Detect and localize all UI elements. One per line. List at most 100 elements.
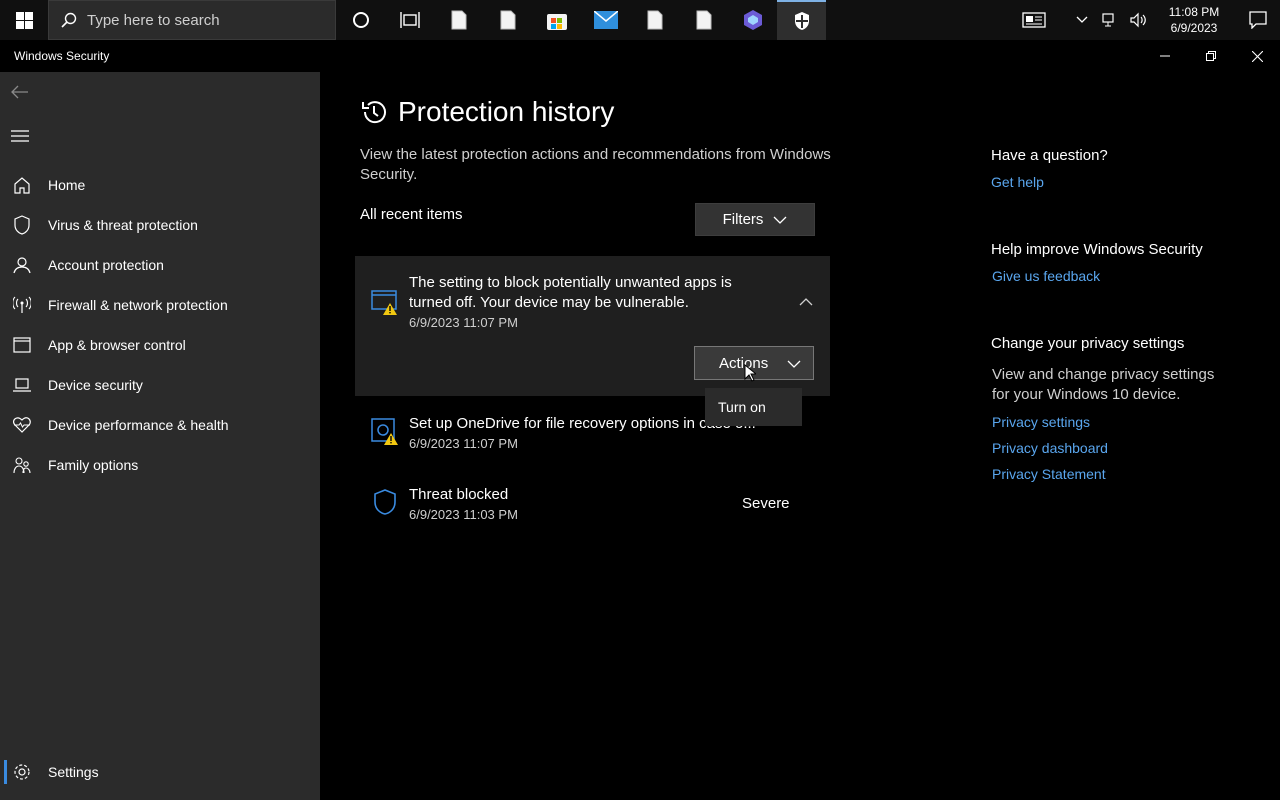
task-view-icon <box>399 12 420 28</box>
action-center-button[interactable] <box>1236 0 1280 40</box>
clock-time: 11:08 PM <box>1168 5 1220 19</box>
mouse-cursor-icon <box>744 364 756 382</box>
taskbar-windows-security[interactable] <box>777 0 826 40</box>
privacy-statement-link[interactable]: Privacy Statement <box>992 466 1106 482</box>
sidebar-item-settings[interactable]: Settings <box>0 756 320 788</box>
clock-date: 6/9/2023 <box>1170 21 1218 35</box>
taskbar-file-3[interactable] <box>630 0 679 40</box>
taskbar-store[interactable] <box>532 0 581 40</box>
window-controls <box>1142 40 1280 72</box>
news-icon <box>1022 12 1046 28</box>
sidebar-item-account[interactable]: Account protection <box>0 245 320 285</box>
taskbar-file-2[interactable] <box>483 0 532 40</box>
sidebar-item-firewall[interactable]: Firewall & network protection <box>0 285 320 325</box>
privacy-dashboard-link[interactable]: Privacy dashboard <box>992 440 1108 456</box>
notification-icon <box>1249 11 1267 29</box>
sidebar-item-device-security[interactable]: Device security <box>0 365 320 405</box>
item-title: The setting to block potentially unwante… <box>409 274 732 311</box>
cortana-circle-icon <box>352 12 369 28</box>
minimize-button[interactable] <box>1142 40 1188 72</box>
network-icon <box>1102 13 1114 27</box>
privacy-heading: Change your privacy settings <box>991 335 1185 352</box>
get-help-link[interactable]: Get help <box>991 174 1044 190</box>
volume-tray[interactable] <box>1126 0 1150 40</box>
selection-indicator <box>4 760 7 784</box>
shield-icon <box>374 489 396 515</box>
sidebar-item-label: Account protection <box>48 257 164 273</box>
sidebar-item-performance[interactable]: Device performance & health <box>0 405 320 445</box>
system-tray: 11:08 PM 6/9/2023 <box>1012 0 1280 40</box>
news-widget[interactable] <box>1014 0 1054 40</box>
document-icon <box>500 10 515 30</box>
taskbar-file-4[interactable] <box>679 0 728 40</box>
turn-on-option: Turn on <box>718 399 766 415</box>
taskbar: Type here to search 11:08 PM 6/9/2023 <box>0 0 1280 40</box>
minimize-icon <box>1160 55 1170 57</box>
hamburger-icon <box>11 130 29 142</box>
privacy-settings-link[interactable]: Privacy settings <box>992 414 1090 430</box>
sidebar-item-virus-threat[interactable]: Virus & threat protection <box>0 205 320 245</box>
show-hidden-icons[interactable] <box>1070 0 1094 40</box>
page-header: Protection history <box>360 96 614 128</box>
page-description: View the latest protection actions and r… <box>360 146 831 183</box>
sidebar-item-home[interactable]: Home <box>0 165 320 205</box>
search-icon <box>61 12 77 28</box>
heart-pulse-icon <box>12 415 32 435</box>
restore-button[interactable] <box>1188 40 1234 72</box>
sidebar-item-family[interactable]: Family options <box>0 445 320 485</box>
chevron-down-icon <box>773 216 787 224</box>
close-icon <box>1251 50 1263 62</box>
gear-icon <box>12 762 32 782</box>
document-icon <box>451 10 466 30</box>
item-time: 6/9/2023 11:07 PM <box>409 436 518 451</box>
sidebar-item-label: Family options <box>48 457 139 473</box>
back-arrow-icon <box>11 85 28 99</box>
privacy-description: View and change privacy settings for you… <box>992 366 1215 403</box>
shield-icon <box>12 215 32 235</box>
page-title: Protection history <box>398 96 615 127</box>
search-placeholder: Type here to search <box>87 11 220 29</box>
windows-logo-icon <box>15 11 33 29</box>
app-browser-warning-icon <box>371 290 397 315</box>
history-icon <box>362 101 386 124</box>
taskbar-copilot[interactable] <box>728 0 777 40</box>
chevron-down-icon <box>787 360 801 368</box>
network-tray[interactable] <box>1098 0 1122 40</box>
document-icon <box>696 10 711 30</box>
filters-button[interactable]: Filters <box>695 203 815 236</box>
hamburger-menu-button[interactable] <box>8 124 32 148</box>
recent-items-label: All recent items <box>360 206 463 223</box>
collapse-button[interactable] <box>796 292 816 312</box>
actions-dropdown-option[interactable]: Turn on <box>705 388 802 426</box>
copilot-icon <box>743 10 762 30</box>
history-item[interactable]: Threat blocked 6/9/2023 11:03 PM Severe <box>355 476 830 536</box>
mail-icon <box>593 11 618 29</box>
cortana-button[interactable] <box>336 0 385 40</box>
taskbar-file-1[interactable] <box>434 0 483 40</box>
speaker-icon <box>1130 12 1146 28</box>
task-view-button[interactable] <box>385 0 434 40</box>
severity-label: Severe <box>742 495 790 512</box>
back-button[interactable] <box>8 80 32 104</box>
sidebar-item-label: App & browser control <box>48 337 186 353</box>
taskbar-search-box[interactable]: Type here to search <box>48 0 336 40</box>
sidebar: Home Virus & threat protection Account p… <box>0 72 320 800</box>
close-button[interactable] <box>1234 40 1280 72</box>
sidebar-item-label: Virus & threat protection <box>48 217 198 233</box>
item-title: Threat blocked <box>409 486 509 503</box>
taskbar-mail[interactable] <box>581 0 630 40</box>
filters-label: Filters <box>722 211 764 228</box>
sidebar-nav: Home Virus & threat protection Account p… <box>0 165 320 485</box>
feedback-link[interactable]: Give us feedback <box>992 268 1100 284</box>
browser-window-icon <box>12 335 32 355</box>
start-button[interactable] <box>0 0 48 40</box>
sidebar-item-app-browser[interactable]: App & browser control <box>0 325 320 365</box>
laptop-icon <box>12 375 32 395</box>
family-icon <box>12 455 32 475</box>
home-icon <box>12 175 32 195</box>
history-item-expanded[interactable]: The setting to block potentially unwante… <box>355 256 830 396</box>
taskbar-clock[interactable]: 11:08 PM 6/9/2023 <box>1158 4 1230 36</box>
improve-heading: Help improve Windows Security <box>991 241 1203 258</box>
item-title: Set up OneDrive for file recovery option… <box>409 415 756 432</box>
settings-label: Settings <box>48 764 99 780</box>
